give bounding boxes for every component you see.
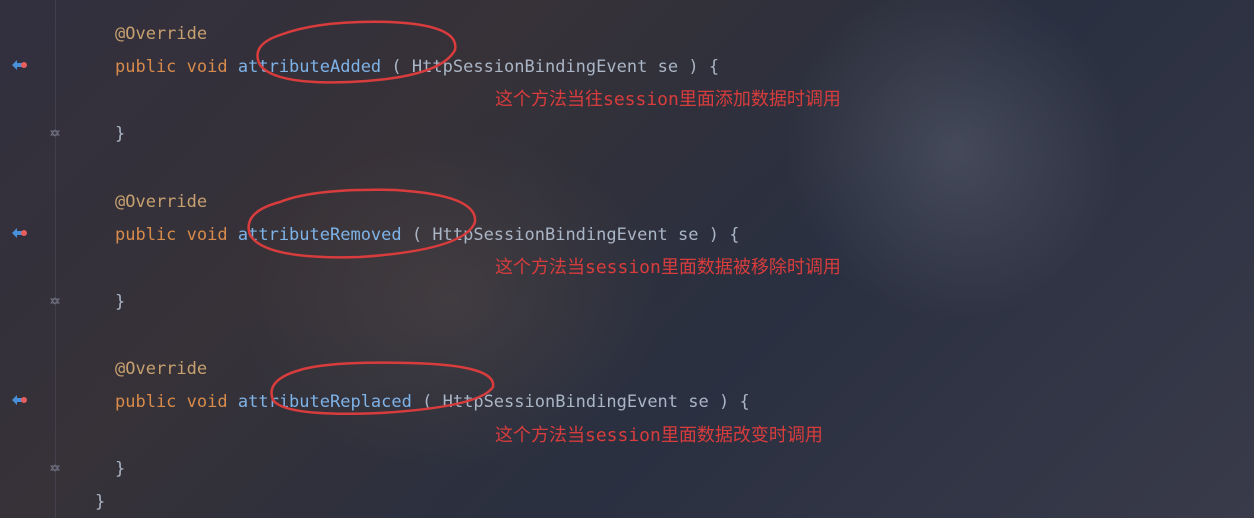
fold-collapse-icon[interactable] <box>48 125 62 139</box>
method-name: attributeRemoved <box>238 225 402 245</box>
return-type: void <box>187 225 228 245</box>
close-brace-line: } <box>115 290 125 314</box>
open-brace: { <box>729 225 739 245</box>
close-brace: } <box>115 292 125 312</box>
annotation-line: @Override <box>115 190 207 214</box>
class-close-brace: } <box>95 490 105 514</box>
open-paren: ( <box>391 57 401 77</box>
method-name: attributeAdded <box>238 57 381 77</box>
fold-collapse-icon[interactable] <box>48 293 62 307</box>
open-brace: { <box>740 392 750 412</box>
override-icon[interactable] <box>10 392 28 406</box>
comment-text: 这个方法当session里面数据改变时调用 <box>495 425 823 446</box>
code-editor[interactable]: @Override public void attributeAdded ( H… <box>75 0 1254 518</box>
modifier-keyword: public <box>115 225 176 245</box>
open-paren: ( <box>422 392 432 412</box>
override-annotation: @Override <box>115 24 207 44</box>
param-name: se <box>688 392 708 412</box>
close-brace: } <box>115 459 125 479</box>
annotation-line: @Override <box>115 22 207 46</box>
open-paren: ( <box>412 225 422 245</box>
fold-collapse-icon[interactable] <box>48 460 62 474</box>
close-brace-line: } <box>115 457 125 481</box>
annotation-line: @Override <box>115 357 207 381</box>
param-name: se <box>658 57 678 77</box>
override-icon[interactable] <box>10 57 28 71</box>
return-type: void <box>187 392 228 412</box>
method-signature: public void attributeRemoved ( HttpSessi… <box>115 223 740 247</box>
close-brace-line: } <box>115 122 125 146</box>
param-type: HttpSessionBindingEvent <box>412 57 647 77</box>
param-type: HttpSessionBindingEvent <box>443 392 678 412</box>
method-name: attributeReplaced <box>238 392 412 412</box>
close-paren: ) <box>709 225 719 245</box>
comment-annotation: 这个方法当session里面数据改变时调用 <box>495 424 823 448</box>
close-brace: } <box>95 492 105 512</box>
method-signature: public void attributeAdded ( HttpSession… <box>115 55 719 79</box>
comment-text: 这个方法当session里面数据被移除时调用 <box>495 257 841 278</box>
close-paren: ) <box>719 392 729 412</box>
comment-annotation: 这个方法当往session里面添加数据时调用 <box>495 88 841 112</box>
override-icon[interactable] <box>10 225 28 239</box>
comment-annotation: 这个方法当session里面数据被移除时调用 <box>495 256 841 280</box>
editor-gutter[interactable] <box>0 0 70 518</box>
close-brace: } <box>115 124 125 144</box>
return-type: void <box>187 57 228 77</box>
method-signature: public void attributeReplaced ( HttpSess… <box>115 390 750 414</box>
modifier-keyword: public <box>115 57 176 77</box>
param-name: se <box>678 225 698 245</box>
comment-text: 这个方法当往session里面添加数据时调用 <box>495 89 841 110</box>
param-type: HttpSessionBindingEvent <box>432 225 667 245</box>
open-brace: { <box>709 57 719 77</box>
override-annotation: @Override <box>115 359 207 379</box>
modifier-keyword: public <box>115 392 176 412</box>
override-annotation: @Override <box>115 192 207 212</box>
close-paren: ) <box>688 57 698 77</box>
